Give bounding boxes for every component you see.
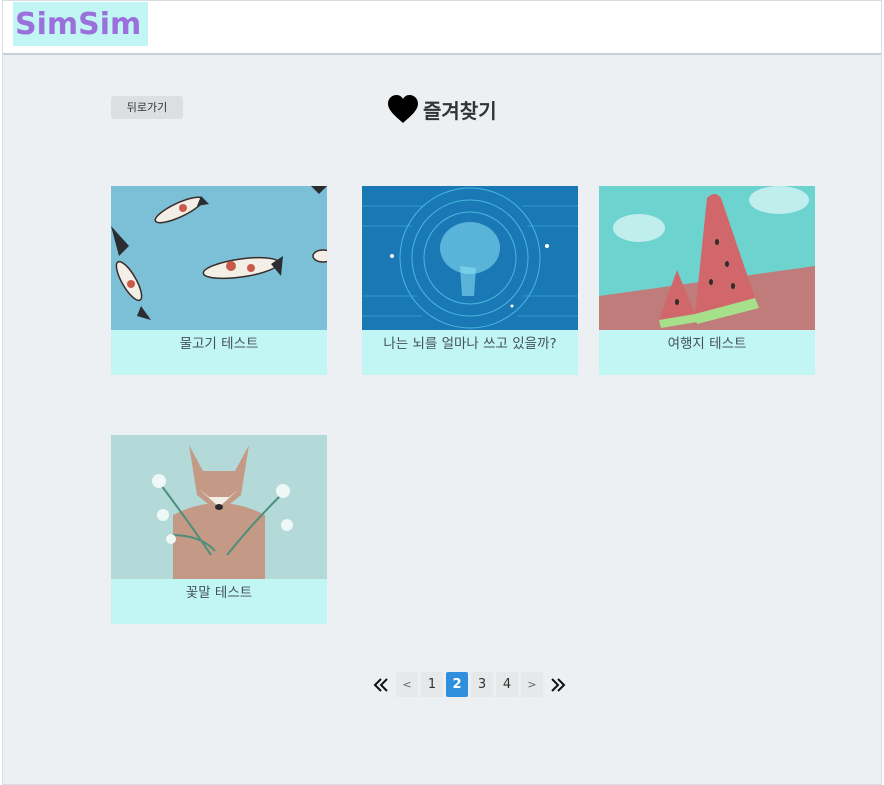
- first-page-button[interactable]: [369, 672, 393, 697]
- page-3-button[interactable]: 3: [471, 672, 493, 697]
- card-flower-test[interactable]: 꽃말 테스트: [111, 435, 327, 624]
- page-title-wrap: 즐겨찾기: [387, 93, 497, 125]
- double-chevron-right-icon: [551, 677, 566, 692]
- page-frame: SimSim 뒤로가기 즐겨찾기 물고기 테스트 나는 뇌를 얼마나 쓰고 있을…: [2, 0, 882, 785]
- page-1-button[interactable]: 1: [421, 672, 443, 697]
- fish-thumbnail: [111, 186, 327, 330]
- back-button[interactable]: 뒤로가기: [111, 96, 183, 119]
- top-header: SimSim: [3, 1, 881, 55]
- page-2-button[interactable]: 2: [446, 672, 468, 697]
- logo[interactable]: SimSim: [13, 2, 148, 46]
- brain-thumbnail: [362, 186, 578, 330]
- next-page-button[interactable]: >: [521, 672, 543, 697]
- page-4-button[interactable]: 4: [496, 672, 518, 697]
- card-brain-test[interactable]: 나는 뇌를 얼마나 쓰고 있을까?: [362, 186, 578, 375]
- watermelon-thumbnail: [599, 186, 815, 330]
- fox-thumbnail: [111, 435, 327, 579]
- last-page-button[interactable]: [546, 672, 570, 697]
- card-label: 꽃말 테스트: [185, 585, 253, 601]
- card-fish-test[interactable]: 물고기 테스트: [111, 186, 327, 375]
- heart-icon: [388, 95, 418, 123]
- card-label: 물고기 테스트: [179, 336, 259, 352]
- page-title: 즐겨찾기: [423, 98, 497, 123]
- prev-page-button[interactable]: <: [396, 672, 418, 697]
- pagination: < 1 2 3 4 >: [369, 671, 573, 698]
- card-label: 나는 뇌를 얼마나 쓰고 있을까?: [383, 336, 557, 352]
- card-label: 여행지 테스트: [667, 336, 747, 352]
- card-travel-test[interactable]: 여행지 테스트: [599, 186, 815, 375]
- double-chevron-left-icon: [373, 677, 388, 692]
